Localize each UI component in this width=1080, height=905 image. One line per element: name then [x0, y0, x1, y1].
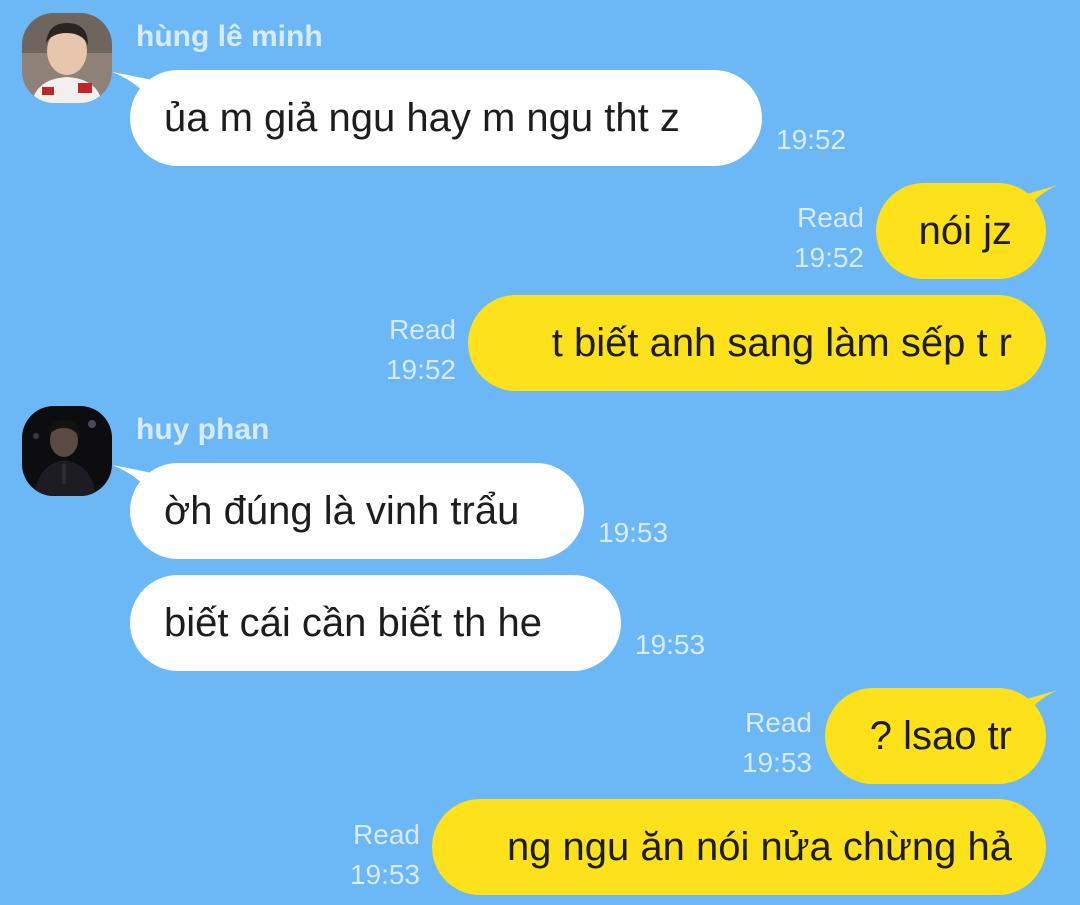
message-meta: Read 19:52 — [760, 198, 864, 278]
message-time: 19:53 — [741, 747, 812, 778]
avatar-hung-le-minh[interactable] — [22, 13, 112, 103]
message-bubble[interactable]: biết cái cần biết th he — [130, 575, 621, 671]
avatar-photo-dark — [22, 406, 112, 496]
bubble-tail — [1022, 690, 1058, 722]
message-text: ? lsao tr — [869, 714, 1012, 758]
message-text: nói jz — [918, 209, 1012, 253]
avatar-photo — [22, 13, 112, 103]
message-text: biết cái cần biết th he — [164, 601, 543, 645]
sender-name: hùng lê minh — [136, 20, 323, 53]
message-bubble[interactable]: t biết anh sang làm sếp t r — [468, 295, 1046, 391]
message-time: 19:53 — [635, 629, 706, 660]
message-time: 19:52 — [385, 354, 456, 385]
message-text: ờh đúng là vinh trẩu — [164, 489, 520, 533]
message-time: 19:53 — [349, 859, 420, 890]
message-meta: Read 19:53 — [708, 703, 812, 783]
bubble-tail — [1022, 185, 1058, 217]
message-time: 19:52 — [776, 124, 847, 155]
message-text: ng ngu ăn nói nửa chừng hả — [506, 825, 1012, 869]
read-status: Read — [353, 819, 420, 850]
read-status: Read — [797, 202, 864, 233]
message-meta: 19:53 — [635, 625, 705, 665]
message-bubble[interactable]: ủa m giả ngu hay m ngu tht z — [130, 70, 762, 166]
read-status: Read — [389, 314, 456, 345]
message-meta: Read 19:52 — [352, 310, 456, 390]
bubble-tail — [112, 72, 152, 104]
message-bubble[interactable]: ờh đúng là vinh trẩu — [130, 463, 584, 559]
sender-name: huy phan — [136, 413, 270, 446]
message-bubble[interactable]: ? lsao tr — [825, 688, 1046, 784]
read-status: Read — [745, 707, 812, 738]
avatar-huy-phan[interactable] — [22, 406, 112, 496]
message-time: 19:52 — [793, 242, 864, 273]
message-meta: 19:53 — [598, 513, 668, 553]
message-meta: 19:52 — [776, 120, 846, 160]
message-text: t biết anh sang làm sếp t r — [551, 321, 1012, 365]
message-time: 19:53 — [598, 517, 669, 548]
message-bubble[interactable]: ng ngu ăn nói nửa chừng hả — [432, 799, 1046, 895]
bubble-tail — [112, 465, 152, 497]
message-meta: Read 19:53 — [316, 815, 420, 895]
message-text: ủa m giả ngu hay m ngu tht z — [164, 96, 680, 140]
message-bubble[interactable]: nói jz — [876, 183, 1046, 279]
